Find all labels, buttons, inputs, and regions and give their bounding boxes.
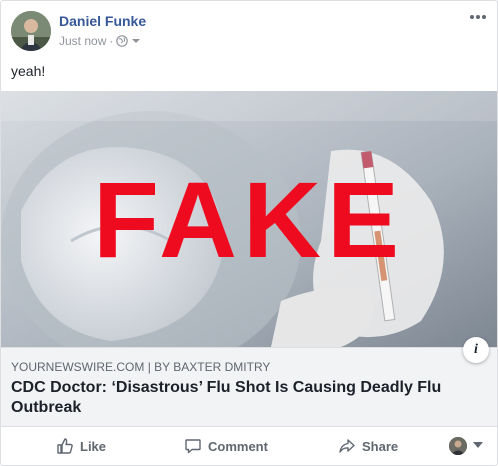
post-meta: Just now · <box>59 34 141 48</box>
share-button[interactable]: Share <box>338 437 398 455</box>
share-as-avatar[interactable] <box>449 437 467 455</box>
link-author: BAXTER DMITRY <box>173 360 271 374</box>
share-label: Share <box>362 438 399 454</box>
link-source: YOURNEWSWIRE.COM | BY BAXTER DMITRY <box>11 360 270 374</box>
author-name[interactable]: Daniel Funke <box>59 13 146 29</box>
share-arrow-icon <box>339 439 355 453</box>
info-icon[interactable]: i <box>463 337 489 363</box>
comment-icon <box>185 439 201 454</box>
more-options-icon[interactable] <box>469 11 487 21</box>
comment-label: Comment <box>208 438 268 454</box>
fake-overlay-label: FAKE <box>92 158 406 280</box>
privacy-caret-icon <box>132 39 141 43</box>
post-header: Daniel Funke Just now · <box>1 1 497 57</box>
link-preview-image[interactable]: FAKE <box>1 91 497 347</box>
post-card: Daniel Funke Just now · yeah! FAKE YOURN… <box>0 0 498 466</box>
link-preview-info[interactable]: YOURNEWSWIRE.COM | BY BAXTER DMITRY CDC … <box>1 347 497 427</box>
like-button[interactable]: Like <box>56 437 106 455</box>
post-text: yeah! <box>11 63 46 79</box>
link-domain: YOURNEWSWIRE.COM <box>11 360 145 374</box>
author-avatar[interactable] <box>11 11 51 51</box>
link-headline[interactable]: CDC Doctor: ‘Disastrous’ Flu Shot Is Cau… <box>11 378 481 418</box>
like-label: Like <box>80 438 107 454</box>
link-by-label: | BY <box>147 360 170 374</box>
comment-button[interactable]: Comment <box>184 437 268 455</box>
meta-separator: · <box>109 34 114 48</box>
share-audience-caret-icon[interactable] <box>473 442 483 448</box>
post-timestamp[interactable]: Just now <box>59 34 106 48</box>
post-actions-bar: Like Comment Share <box>1 427 497 465</box>
thumbs-up-icon <box>57 438 73 454</box>
globe-icon[interactable] <box>116 35 141 47</box>
